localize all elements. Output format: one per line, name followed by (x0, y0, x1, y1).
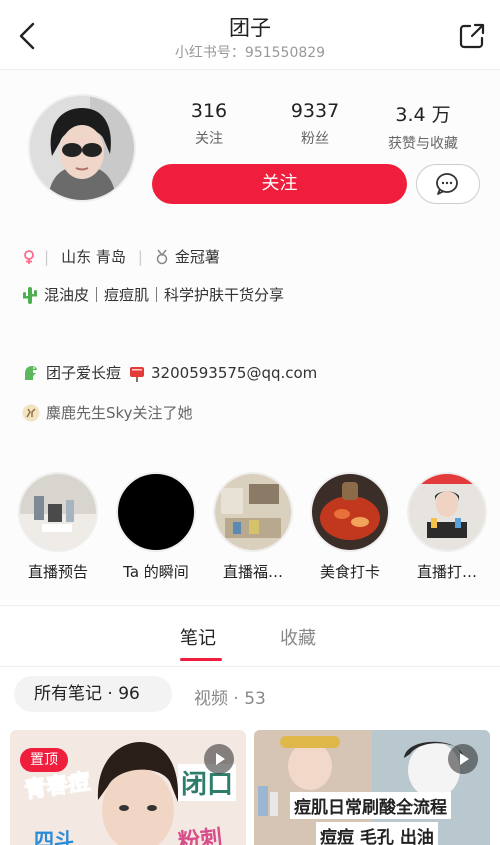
secondary-account: 团子爱长痘 (46, 364, 122, 382)
location-row: | 山东 青岛 | 金冠薯 (22, 246, 220, 267)
stat-number: 3.4 万 (395, 104, 451, 126)
stat-label: 粉丝 (301, 131, 329, 147)
story-cover-image (409, 474, 485, 550)
video-play-button[interactable] (448, 744, 478, 774)
medal-icon (156, 249, 168, 264)
filter-videos[interactable]: 视频 · 53 (194, 684, 266, 709)
stat-followers[interactable]: 9337 粉丝 (260, 100, 370, 148)
cactus-icon (23, 286, 37, 304)
stat-likes-collections[interactable]: 3.4 万 获赞与收藏 (368, 100, 478, 153)
mutual-follow-row[interactable]: 麋鹿先生Sky关注了她 (22, 402, 193, 423)
stat-number: 9337 (290, 100, 340, 122)
filter-all-notes[interactable]: 所有笔记 · 96 (14, 676, 172, 712)
story-item[interactable]: Ta 的瞬间 (111, 472, 201, 582)
avatar[interactable] (28, 94, 136, 202)
play-icon (460, 753, 469, 765)
active-tab-indicator (180, 658, 222, 661)
share-icon (459, 23, 485, 49)
follower-avatar-icon (22, 404, 40, 421)
story-cover-image (215, 474, 291, 550)
story-label: 美食打卡 (319, 563, 380, 581)
story-cover-image (20, 474, 96, 550)
story-item[interactable]: 美食打卡 (305, 472, 395, 582)
story-item[interactable]: 直播福… (208, 472, 298, 582)
follow-button[interactable]: 关注 (152, 164, 407, 204)
tab-notes[interactable]: 笔记 (180, 624, 216, 650)
cover-text: 痘痘 毛孔 出油 (316, 822, 438, 845)
video-play-button[interactable] (204, 744, 234, 774)
pinned-badge: 置顶 (20, 748, 68, 772)
cover-text: 粉刺 (177, 825, 224, 845)
location-text: 山东 青岛 (61, 248, 126, 266)
play-icon (216, 753, 225, 765)
story-label: 直播预告 (27, 563, 88, 581)
story-label: 直播福… (222, 563, 283, 581)
stat-label: 获赞与收藏 (388, 136, 458, 152)
contact-row: 团子爱长痘 3200593575@qq.com (22, 362, 317, 383)
female-icon (24, 249, 34, 264)
share-button[interactable] (458, 22, 486, 50)
stat-number: 316 (190, 100, 228, 122)
stat-following[interactable]: 316 关注 (154, 100, 264, 148)
badge-text: 金冠薯 (174, 248, 220, 266)
story-label: 直播打… (416, 563, 477, 581)
note-card[interactable]: 痘肌日常刷酸全流程 痘痘 毛孔 出油 (254, 730, 490, 845)
story-item[interactable]: 直播预告 (13, 472, 103, 582)
content-tabs: 笔记 收藏 (0, 605, 500, 667)
stat-label: 关注 (195, 131, 223, 147)
story-thumbnail (116, 472, 196, 552)
story-thumbnail (407, 472, 487, 552)
divider: | (44, 247, 50, 266)
profile-name: 团子 (229, 16, 271, 40)
cover-text: 痘肌日常刷酸全流程 (290, 792, 451, 819)
chat-bubble-icon (436, 173, 458, 195)
story-thumbnail (310, 472, 390, 552)
mailbox-icon (130, 366, 145, 382)
story-label: Ta 的瞬间 (123, 563, 189, 581)
story-cover-image (312, 474, 388, 550)
bio-row: 混油皮｜痘痘肌｜科学护肤干货分享 (22, 284, 284, 305)
divider: | (137, 247, 143, 266)
top-bar: 团子 小红书号：951550829 (0, 0, 500, 70)
bio-text: 混油皮｜痘痘肌｜科学护肤干货分享 (44, 286, 285, 304)
profile-section: 316 关注 9337 粉丝 3.4 万 获赞与收藏 关注 | 山东 青岛 | (0, 70, 500, 600)
email-text: 3200593575@qq.com (151, 363, 318, 382)
cover-text: 四斗 (34, 828, 74, 845)
story-thumbnail (18, 472, 98, 552)
story-item[interactable]: 直播打… (402, 472, 492, 582)
story-thumbnail (213, 472, 293, 552)
account-id: 小红书号：951550829 (174, 45, 326, 61)
tab-collections[interactable]: 收藏 (280, 624, 316, 650)
message-button[interactable] (416, 164, 480, 204)
followed-by-text: 麋鹿先生Sky关注了她 (46, 404, 193, 422)
dinosaur-icon (25, 365, 37, 380)
avatar-photo (30, 96, 134, 200)
